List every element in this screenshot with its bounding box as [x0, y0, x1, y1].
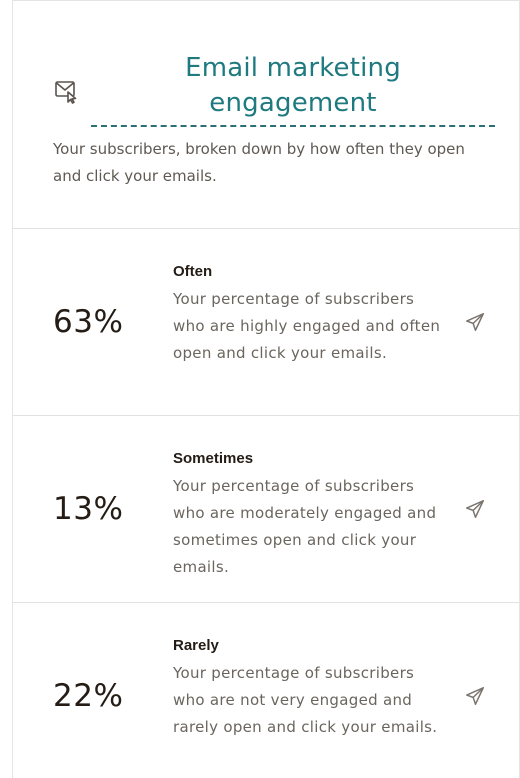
engagement-description: Your percentage of subscribers who are n… [173, 664, 438, 736]
engagement-card: Email marketing engagement Your subscrib… [12, 0, 520, 778]
engagement-percent: 22% [53, 678, 124, 714]
engagement-text: Sometimes Your percentage of subscribers… [173, 448, 448, 581]
engagement-text: Often Your percentage of subscribers who… [173, 261, 448, 367]
engagement-label: Often [173, 263, 213, 280]
engagement-percent: 13% [53, 491, 124, 527]
engagement-description: Your percentage of subscribers who are h… [173, 290, 441, 362]
engagement-text: Rarely Your percentage of subscribers wh… [173, 635, 448, 741]
send-icon[interactable] [461, 229, 489, 415]
engagement-row-often: 63% Often Your percentage of subscribers… [13, 229, 519, 416]
card-title: Email marketing engagement [185, 53, 401, 118]
email-click-icon [53, 77, 81, 105]
engagement-label: Rarely [173, 637, 219, 654]
engagement-description: Your percentage of subscribers who are m… [173, 477, 437, 576]
engagement-row-sometimes: 13% Sometimes Your percentage of subscri… [13, 416, 519, 603]
title-underline [91, 125, 495, 127]
engagement-label: Sometimes [173, 450, 254, 467]
card-header: Email marketing engagement Your subscrib… [13, 1, 519, 229]
send-icon[interactable] [461, 603, 489, 778]
engagement-percent: 63% [53, 304, 124, 340]
engagement-row-rarely: 22% Rarely Your percentage of subscriber… [13, 603, 519, 778]
send-icon[interactable] [461, 416, 489, 602]
card-subtitle: Your subscribers, broken down by how oft… [53, 140, 465, 185]
